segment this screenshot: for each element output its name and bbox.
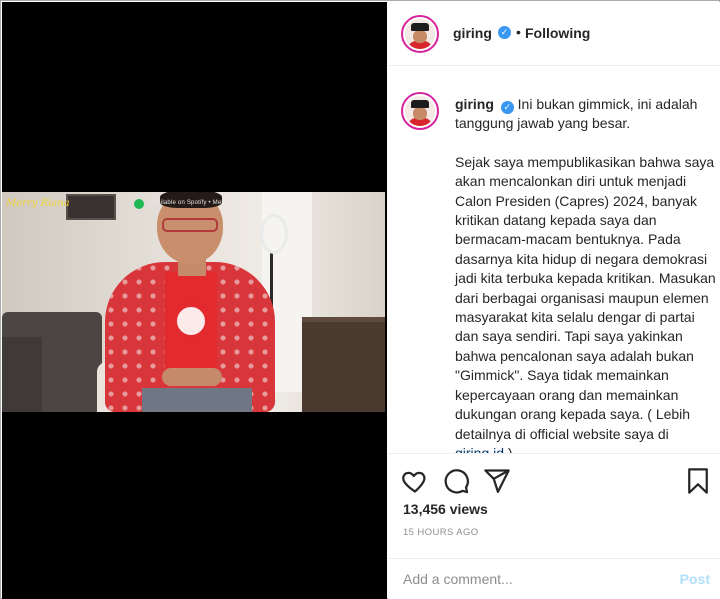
caption-paragraph-2-end: ) <box>507 444 513 454</box>
comment-input[interactable] <box>403 567 663 591</box>
post-media[interactable]: Merry Riana Available on Spotify • Merry… <box>2 2 387 599</box>
caption-paragraph-2: Sejak saya mempublikasikan bahwa saya ak… <box>455 153 716 442</box>
person-glasses <box>162 218 218 232</box>
action-bar <box>388 455 720 501</box>
post-timestamp[interactable]: 15 HOURS AGO <box>403 527 479 538</box>
following-button[interactable]: Following <box>525 25 590 41</box>
caption-text: giring ✓ Ini bukan gimmick, ini adalah t… <box>455 95 717 454</box>
verified-badge-icon: ✓ <box>500 101 514 114</box>
avatar-cap <box>411 100 429 108</box>
heart-icon[interactable] <box>401 467 429 495</box>
post-side-panel: giring ✓ • Following giring ✓ Ini bukan … <box>388 2 720 599</box>
comment-bar: Post <box>388 558 720 599</box>
caption-scroll-area[interactable]: giring ✓ Ini bukan gimmick, ini adalah t… <box>388 67 720 454</box>
avatar-image <box>405 96 435 126</box>
video-watermark-center: Available on Spotify • Merry Riana <box>150 200 248 206</box>
ring-light <box>260 214 288 254</box>
wall-picture <box>66 194 116 220</box>
header-username[interactable]: giring <box>453 25 492 41</box>
post-button[interactable]: Post <box>680 571 710 587</box>
avatar-face <box>413 30 427 43</box>
header-separator: • <box>516 24 521 40</box>
person-jeans <box>142 388 252 412</box>
post-header: giring ✓ • Following <box>388 2 720 66</box>
person-hands <box>162 368 222 386</box>
avatar-face <box>413 107 427 120</box>
bookmark-icon[interactable] <box>684 467 712 495</box>
avatar[interactable] <box>401 15 439 53</box>
caption-username[interactable]: giring <box>455 96 494 112</box>
verified-badge-icon: ✓ <box>498 26 511 39</box>
avatar-image <box>405 19 435 49</box>
instagram-post-window: Merry Riana Available on Spotify • Merry… <box>0 0 720 599</box>
sofa-arm <box>2 337 42 412</box>
comment-icon[interactable] <box>442 467 470 495</box>
spotify-icon <box>134 199 144 209</box>
view-count[interactable]: 13,456 views <box>403 501 488 517</box>
website-link[interactable]: giring.id <box>455 445 504 453</box>
avatar-cap <box>411 23 429 31</box>
video-frame[interactable]: Merry Riana Available on Spotify • Merry… <box>2 192 385 412</box>
share-icon[interactable] <box>483 467 511 495</box>
caption-paragraph-2-block: Sejak saya mempublikasikan bahwa saya ak… <box>455 153 717 454</box>
shirt-logo <box>172 302 210 340</box>
caption-avatar[interactable] <box>401 92 439 130</box>
cabinet <box>302 322 385 412</box>
video-watermark-left: Merry Riana <box>6 198 70 209</box>
